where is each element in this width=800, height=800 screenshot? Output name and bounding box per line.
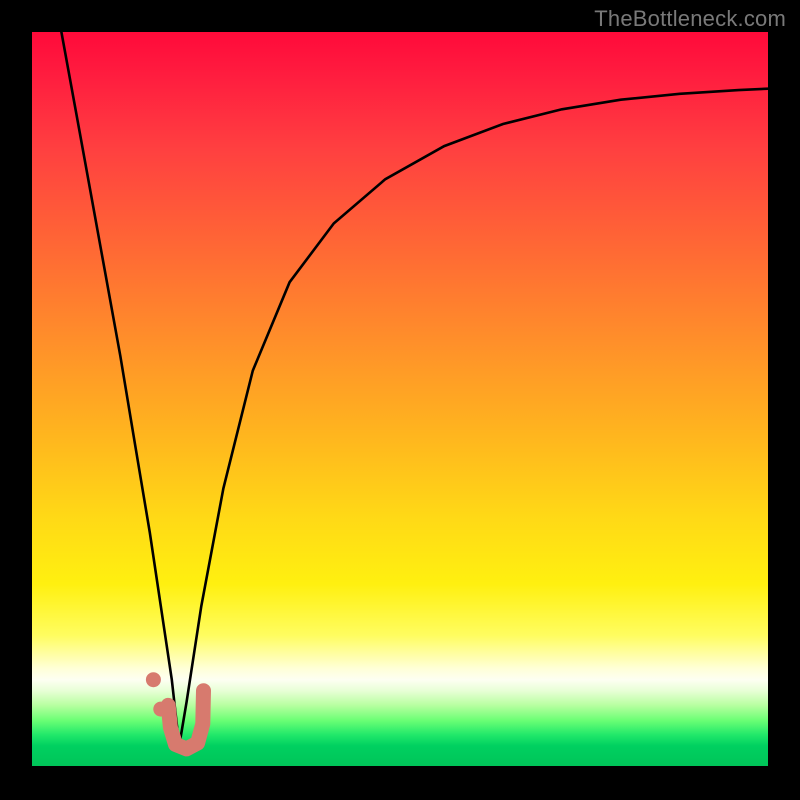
curve-right-arm: [179, 89, 768, 746]
plot-area: [32, 32, 768, 768]
curves-svg: [32, 32, 768, 768]
curve-left-arm: [61, 32, 179, 746]
marker-dot-1: [153, 702, 168, 717]
chart-frame: TheBottleneck.com: [0, 0, 800, 800]
marker-dot-0: [146, 672, 161, 687]
watermark-label: TheBottleneck.com: [594, 6, 786, 32]
